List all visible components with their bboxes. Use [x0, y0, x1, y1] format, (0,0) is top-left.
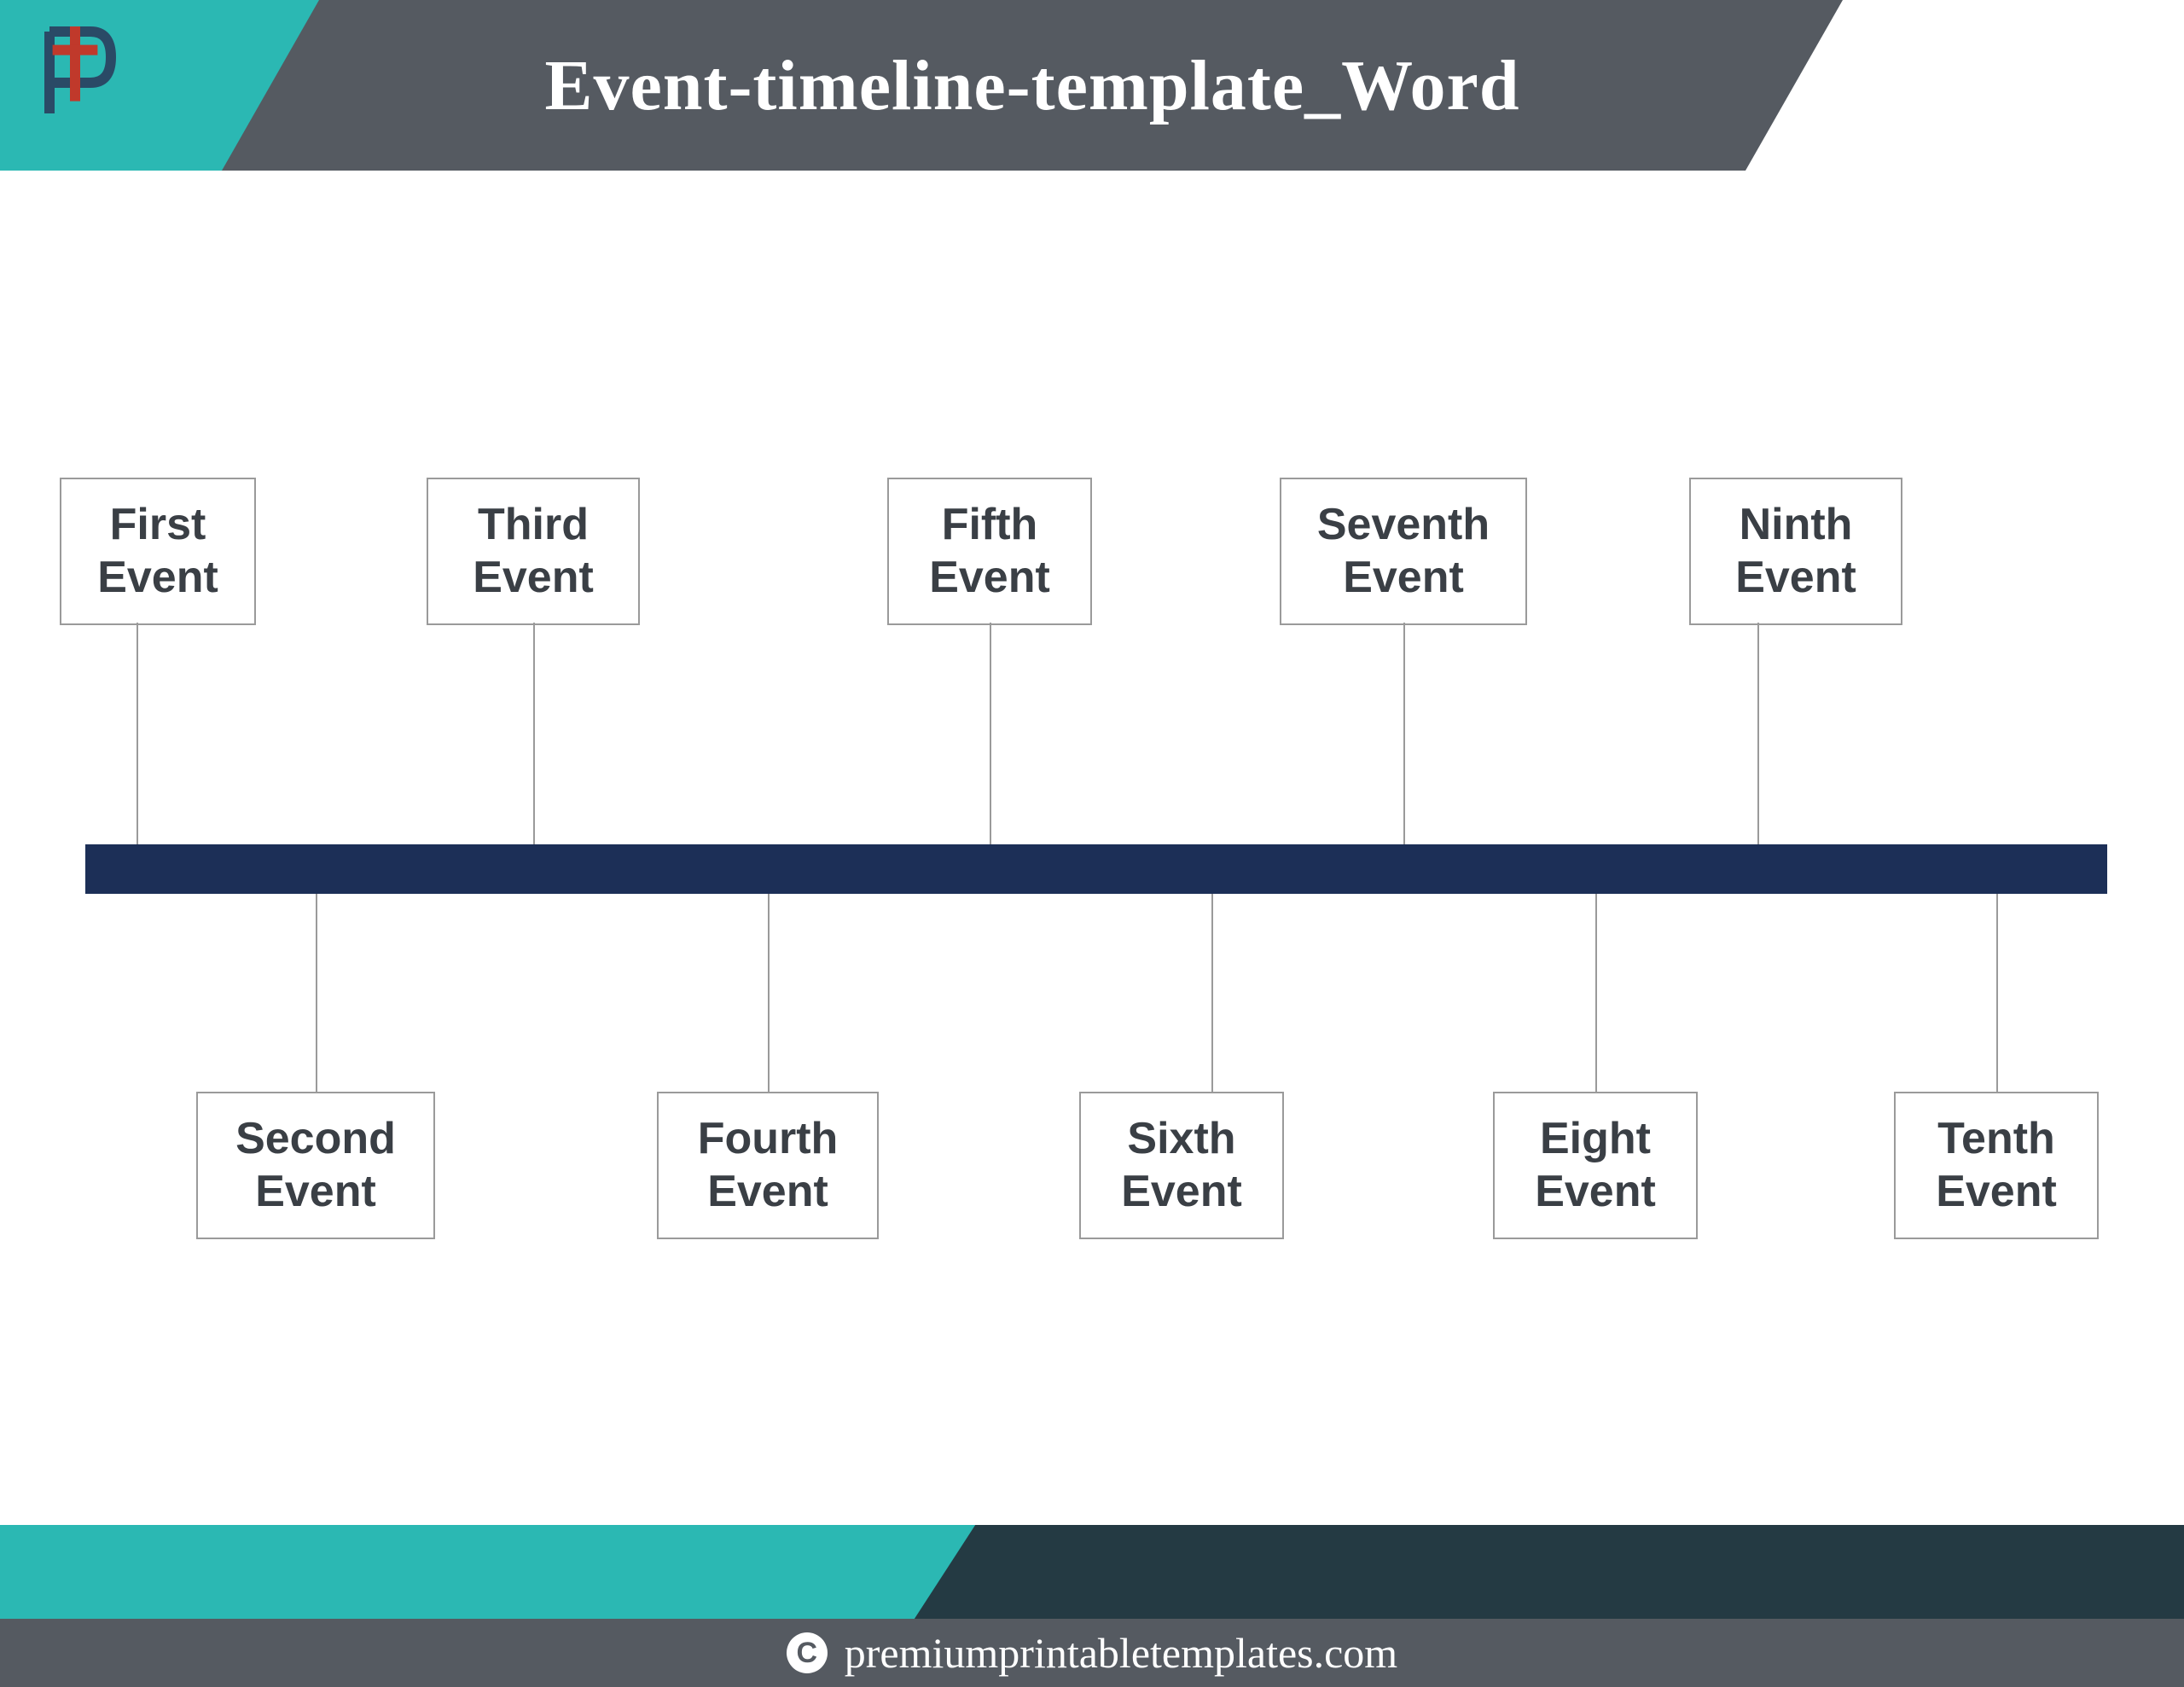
connector-bottom	[1211, 894, 1213, 1092]
event-label: Ninth Event	[1735, 500, 1856, 602]
header-grey-bg: Event-timeline-template_Word	[222, 0, 1843, 171]
copyright-icon: C	[787, 1632, 828, 1673]
header: Event-timeline-template_Word	[0, 0, 2184, 171]
connector-bottom	[1996, 894, 1998, 1092]
logo-icon	[34, 21, 136, 124]
connector-bottom	[768, 894, 770, 1092]
connector-top	[1403, 623, 1405, 844]
connector-top	[1757, 623, 1759, 844]
event-label: Tenth Event	[1936, 1114, 2057, 1216]
connector-top	[136, 623, 138, 844]
event-box-top: Seventh Event	[1280, 478, 1527, 625]
page-title: Event-timeline-template_Word	[544, 44, 1519, 127]
connector-bottom	[1595, 894, 1597, 1092]
timeline-diagram: First Event Third Event Fifth Event Seventh…	[43, 478, 2141, 1245]
event-label: First Event	[97, 500, 218, 602]
event-box-top: Ninth Event	[1689, 478, 1902, 625]
event-box-top: Third Event	[427, 478, 640, 625]
event-label: Fourth Event	[698, 1114, 839, 1216]
event-label: Sixth Event	[1121, 1114, 1242, 1216]
event-box-bottom: Tenth Event	[1894, 1092, 2099, 1239]
event-box-bottom: Fourth Event	[657, 1092, 879, 1239]
event-box-bottom: Sixth Event	[1079, 1092, 1284, 1239]
event-box-bottom: Second Event	[196, 1092, 435, 1239]
footer: C premiumprintabletemplates.com	[0, 1525, 2184, 1687]
connector-top	[533, 623, 535, 844]
timeline-bar	[85, 844, 2107, 894]
event-label: Fifth Event	[929, 500, 1050, 602]
event-box-top: Fifth Event	[887, 478, 1092, 625]
event-box-bottom: Eight Event	[1493, 1092, 1698, 1239]
footer-site-text: premiumprintabletemplates.com	[845, 1628, 1397, 1678]
footer-grey-bar: C premiumprintabletemplates.com	[0, 1619, 2184, 1687]
event-label: Eight Event	[1535, 1114, 1656, 1216]
event-label: Third Event	[473, 500, 594, 602]
event-box-top: First Event	[60, 478, 256, 625]
event-label: Second Event	[235, 1114, 396, 1216]
connector-bottom	[316, 894, 317, 1092]
event-label: Seventh Event	[1317, 500, 1490, 602]
connector-top	[990, 623, 991, 844]
